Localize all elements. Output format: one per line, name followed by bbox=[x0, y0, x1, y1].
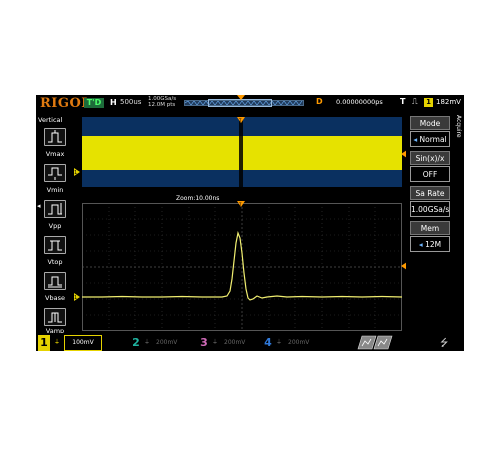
trigger-label: T bbox=[400, 97, 406, 106]
ch1-offset-marker-icon: 1 bbox=[74, 168, 80, 176]
usb-icon: ⭍ bbox=[440, 338, 449, 349]
zoom-timebase-label: Zoom:10.00ns bbox=[176, 195, 220, 202]
vpp-button[interactable] bbox=[44, 200, 66, 218]
sinx-title: Sin(x)/x bbox=[410, 151, 450, 165]
pulse-measure-icon bbox=[48, 167, 62, 180]
memory-view-window bbox=[208, 99, 272, 107]
svg-text:1: 1 bbox=[74, 295, 77, 301]
ch1-indicator[interactable]: 1 bbox=[38, 335, 50, 351]
trigger-level[interactable]: 182mV bbox=[436, 98, 461, 106]
acquire-menu-title: Acquire bbox=[455, 115, 462, 138]
svg-text:T: T bbox=[238, 118, 242, 123]
vtop-label: Vtop bbox=[47, 258, 63, 266]
mode-value: Normal bbox=[419, 135, 447, 144]
memory-points-text: 12.0M pts bbox=[148, 102, 176, 108]
vmin-button[interactable] bbox=[44, 164, 66, 182]
rising-edge-icon: ⎍ bbox=[412, 97, 418, 106]
delay-value[interactable]: 0.00000000ps bbox=[336, 98, 383, 106]
channel-ground-icon: ⏚ bbox=[144, 339, 151, 346]
vbase-button[interactable] bbox=[44, 272, 66, 290]
ch2-indicator[interactable]: 2 bbox=[130, 335, 142, 351]
pulse-measure-icon bbox=[48, 130, 62, 143]
ch4-scale[interactable]: 200mV bbox=[288, 335, 309, 351]
channel-ground-icon: ⏚ bbox=[54, 339, 61, 346]
timebase-value[interactable]: 500us bbox=[120, 98, 141, 106]
mem-depth-value: 12M bbox=[425, 240, 442, 249]
ch3-indicator[interactable]: 3 bbox=[198, 335, 210, 351]
oscilloscope-screen: RIGOL T'D H 500us 1.00GSa/s 12.0M pts D … bbox=[36, 95, 464, 351]
vbase-label: Vbase bbox=[45, 294, 65, 302]
trigger-source-badge: 1 bbox=[424, 98, 433, 107]
zoom-trigger-position-icon: T bbox=[237, 201, 245, 207]
vmax-button[interactable] bbox=[44, 128, 66, 146]
pulse-measure-icon bbox=[48, 203, 62, 215]
mode-value-button[interactable]: ◂ Normal bbox=[410, 131, 450, 147]
horizontal-label: H bbox=[110, 98, 117, 107]
ch1-scale[interactable]: 100mV bbox=[64, 335, 102, 351]
zoom-region-marker bbox=[239, 117, 243, 187]
sa-rate-title: Sa Rate bbox=[410, 186, 450, 200]
vpp-label: Vpp bbox=[48, 222, 62, 230]
measure-menu-title: Vertical bbox=[38, 116, 63, 124]
ch2-scale[interactable]: 200mV bbox=[156, 335, 177, 351]
svg-text:1: 1 bbox=[74, 170, 77, 176]
vmax-label: Vmax bbox=[45, 150, 65, 158]
ch4-indicator[interactable]: 4 bbox=[262, 335, 274, 351]
ch3-scale[interactable]: 200mV bbox=[224, 335, 245, 351]
channel-ground-icon: ⏚ bbox=[276, 339, 283, 346]
mode-title: Mode bbox=[410, 116, 450, 130]
mem-depth-title: Mem Depth bbox=[410, 221, 450, 246]
zoom-waveform-area[interactable] bbox=[82, 203, 402, 331]
pulse-measure-icon bbox=[48, 276, 62, 288]
run-state-badge[interactable]: T'D bbox=[84, 98, 104, 108]
channel-ground-icon: ⏚ bbox=[212, 339, 219, 346]
delay-label: D bbox=[316, 97, 323, 106]
menu-pointer-icon: ◂ bbox=[37, 202, 41, 210]
vamp-button[interactable] bbox=[44, 308, 66, 326]
trigger-position-marker-icon bbox=[237, 95, 245, 100]
zoom-ch1-offset-marker-icon: 1 bbox=[74, 293, 80, 301]
pulse-measure-icon bbox=[48, 240, 62, 251]
pulse-measure-icon bbox=[48, 312, 62, 323]
vtop-button[interactable] bbox=[44, 236, 66, 254]
screen-icon[interactable] bbox=[356, 335, 396, 350]
vmin-label: Vmin bbox=[46, 186, 64, 194]
sa-rate-value: 1.00GSa/s bbox=[410, 201, 450, 217]
sinx-value-button[interactable]: OFF bbox=[410, 166, 450, 182]
sample-info: 1.00GSa/s 12.0M pts bbox=[148, 96, 176, 108]
main-trigger-position-icon: T bbox=[237, 117, 245, 123]
svg-text:T: T bbox=[238, 202, 242, 207]
mem-depth-value-button[interactable]: ◂ 12M bbox=[410, 236, 450, 252]
